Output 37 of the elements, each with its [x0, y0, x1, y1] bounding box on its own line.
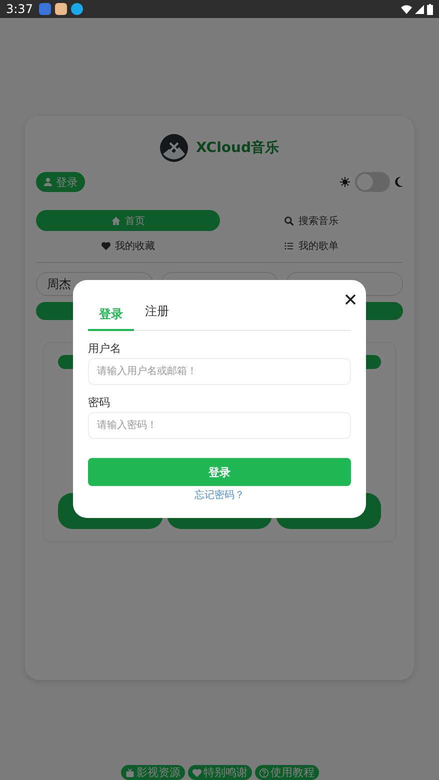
input-field[interactable]: 请输入密码！ [88, 412, 351, 439]
footer-link[interactable]: 影视资源 [120, 765, 184, 780]
heart-icon [100, 240, 111, 250]
app-notification-icon [54, 3, 67, 15]
app-title: XCloud音乐 [196, 139, 279, 157]
home-icon [110, 216, 121, 226]
field-label: 用户名 [88, 341, 122, 356]
battery-icon [427, 4, 433, 14]
heart-icon [192, 768, 202, 778]
footer-link[interactable]: 使用教程 [254, 765, 318, 780]
submit-button[interactable]: 登录 [88, 458, 351, 486]
signal-icon [415, 4, 424, 14]
help-icon [258, 768, 268, 778]
nav-tab[interactable]: 搜索音乐 [220, 210, 403, 231]
app-notification-icon [38, 3, 51, 15]
user-icon [43, 177, 53, 187]
nav-tab[interactable]: 首页 [36, 210, 220, 231]
forgot-password-link[interactable]: 忘记密码？ [194, 488, 244, 502]
download-icon [70, 3, 83, 15]
status-time: 3:37 [6, 2, 33, 16]
tv-icon [124, 768, 134, 778]
dialog-tab[interactable]: 注册 [134, 296, 180, 331]
dialog-tab[interactable]: 登录 [88, 296, 134, 331]
wifi-icon [401, 4, 412, 14]
search-icon [284, 216, 294, 226]
close-icon[interactable] [345, 294, 356, 305]
nav-tab[interactable]: 我的歌单 [220, 235, 403, 256]
moon-icon [395, 177, 403, 187]
nav-tab[interactable]: 我的收藏 [36, 235, 220, 256]
list-icon [284, 240, 294, 250]
field-label: 密码 [88, 395, 111, 410]
login-button[interactable]: 登录 [36, 172, 85, 192]
input-field[interactable]: 请输入用户名或邮箱！ [88, 358, 351, 385]
theme-toggle[interactable] [355, 172, 390, 192]
footer-link[interactable]: 特别鸣谢 [188, 765, 252, 780]
logo-icon [160, 134, 188, 162]
sun-icon [340, 177, 350, 187]
